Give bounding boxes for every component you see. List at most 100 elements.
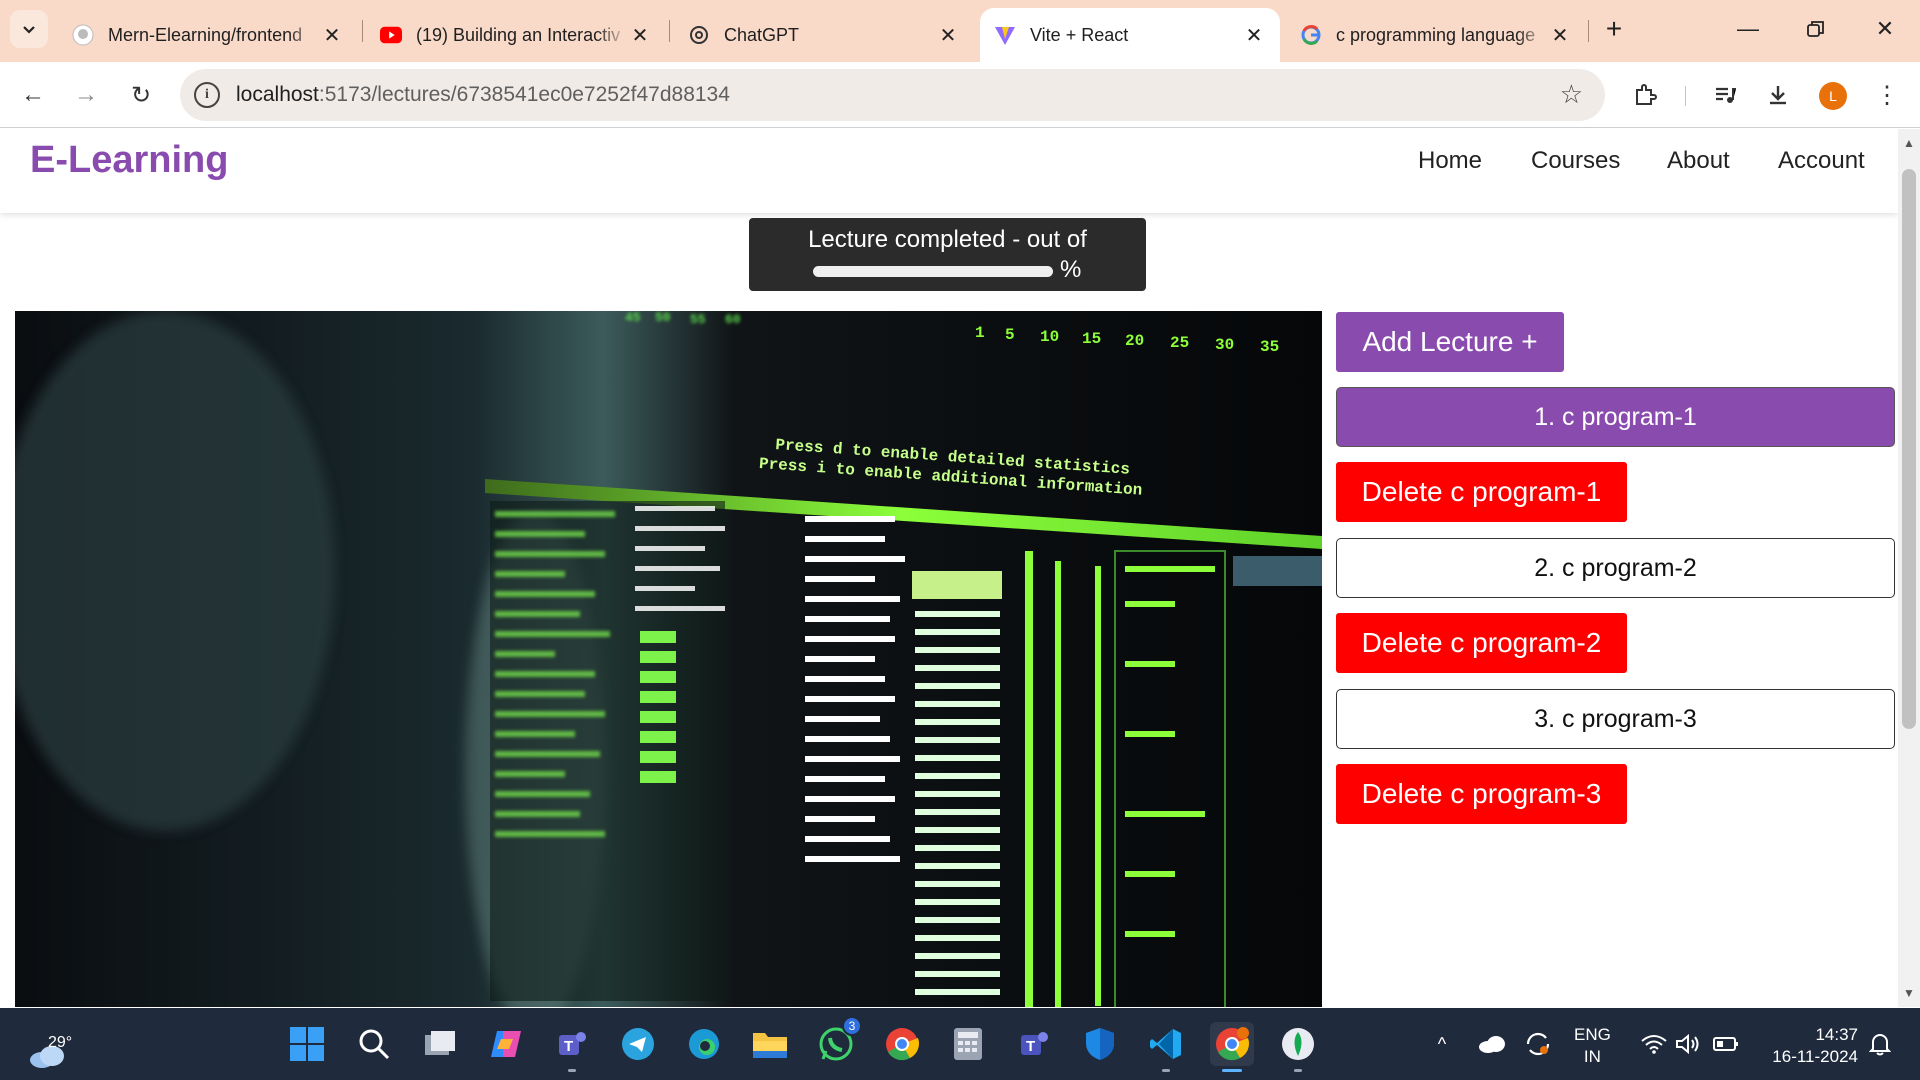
nav-home[interactable]: Home — [1418, 147, 1482, 175]
sync-icon[interactable] — [1523, 1022, 1553, 1066]
language-top: ENG — [1574, 1025, 1611, 1044]
page-viewport: E-Learning Home Courses About Account Le… — [0, 129, 1898, 1007]
bookmark-star-icon[interactable]: ☆ — [1560, 79, 1583, 110]
whatsapp-app[interactable]: 3 — [814, 1016, 862, 1066]
lecture-item-3[interactable]: 3. c program-3 — [1336, 689, 1895, 749]
system-clock[interactable]: 14:37 16-11-2024 — [1758, 1024, 1858, 1068]
toolbar-divider — [1685, 86, 1686, 106]
url-host: localhost — [236, 83, 319, 106]
chevron-up-icon: ^ — [1437, 1033, 1447, 1054]
close-icon[interactable]: ✕ — [628, 23, 652, 48]
weather-widget[interactable]: 29° — [28, 1020, 72, 1068]
teams-icon: T — [559, 1032, 586, 1055]
browser-menu-button[interactable]: ⋮ — [1870, 78, 1904, 112]
tab-chatgpt[interactable]: ChatGPT ✕ — [674, 8, 974, 62]
new-tab-button[interactable]: + — [1597, 12, 1631, 46]
nav-courses[interactable]: Courses — [1531, 147, 1620, 175]
site-logo[interactable]: E-Learning — [30, 139, 228, 182]
battery-icon[interactable] — [1712, 1022, 1740, 1066]
scroll-down-icon[interactable]: ▼ — [1898, 983, 1920, 1003]
tab-search-button[interactable] — [10, 10, 48, 48]
temperature: 29° — [48, 1034, 73, 1051]
onedrive-icon[interactable] — [1477, 1022, 1507, 1066]
back-button[interactable]: ← — [15, 77, 51, 113]
browser-tab-strip: Mern-Elearning/frontend ✕ (19) Building … — [0, 0, 1920, 62]
close-icon: ✕ — [1875, 16, 1895, 41]
copilot-app[interactable] — [484, 1022, 528, 1066]
terminal-scale-left: 50 — [655, 311, 671, 325]
lecture-video-player[interactable]: 45 50 55 60 1 5 10 15 20 25 30 35 Press … — [15, 311, 1322, 1007]
telegram-icon — [622, 1028, 654, 1060]
wifi-icon[interactable] — [1640, 1022, 1668, 1066]
telegram-app[interactable] — [616, 1022, 660, 1066]
scroll-up-icon[interactable]: ▲ — [1898, 133, 1920, 153]
address-bar[interactable]: i localhost:5173/lectures/6738541ec0e725… — [180, 69, 1605, 121]
restore-icon — [1807, 21, 1824, 37]
nav-account[interactable]: Account — [1778, 147, 1865, 175]
tab-youtube[interactable]: (19) Building an Interactiv ✕ — [366, 8, 666, 62]
delete-lecture-1-button[interactable]: Delete c program-1 — [1336, 462, 1627, 522]
downloads-button[interactable] — [1761, 78, 1795, 112]
app-header: E-Learning Home Courses About Account — [0, 129, 1898, 213]
close-icon[interactable]: ✕ — [936, 23, 960, 48]
calculator-app[interactable] — [946, 1022, 990, 1066]
page-scrollbar[interactable]: ▲ ▼ — [1898, 129, 1920, 1007]
scrollbar-thumb[interactable] — [1902, 169, 1916, 729]
lecture-item-1[interactable]: 1. c program-1 — [1336, 387, 1895, 447]
tab-vite-react[interactable]: Vite + React ✕ — [980, 8, 1280, 62]
teams-app[interactable]: T — [550, 1022, 594, 1072]
mongodb-compass-app[interactable] — [1276, 1022, 1320, 1072]
teams-work-app[interactable]: T — [1012, 1022, 1056, 1066]
chrome-icon — [886, 1028, 920, 1061]
puzzle-icon — [1636, 84, 1657, 105]
file-explorer-app[interactable] — [748, 1022, 792, 1066]
show-hidden-icons-button[interactable]: ^ — [1430, 1022, 1454, 1066]
lecture-item-2[interactable]: 2. c program-2 — [1336, 538, 1895, 598]
edge-app[interactable] — [682, 1022, 726, 1066]
start-button[interactable] — [285, 1022, 329, 1066]
close-icon[interactable]: ✕ — [320, 23, 344, 48]
running-indicator — [1294, 1069, 1302, 1072]
restore-button[interactable] — [1793, 12, 1839, 46]
close-window-button[interactable]: ✕ — [1862, 12, 1908, 46]
volume-icon[interactable] — [1674, 1022, 1702, 1066]
delete-lecture-2-button[interactable]: Delete c program-2 — [1336, 613, 1627, 673]
url-path: :5173/lectures/6738541ec0e7252f47d88134 — [318, 83, 730, 106]
chevron-down-icon — [23, 26, 35, 34]
nav-about[interactable]: About — [1667, 147, 1730, 175]
vscode-app[interactable] — [1144, 1022, 1188, 1072]
github-icon — [72, 24, 94, 46]
terminal-scale-left: 45 — [625, 311, 641, 325]
progress-bar — [813, 266, 1053, 277]
site-info-icon[interactable]: i — [194, 82, 220, 108]
profile-avatar[interactable]: L — [1819, 82, 1847, 110]
search-button[interactable] — [352, 1022, 396, 1066]
tab-google-search[interactable]: c programming language ✕ — [1286, 8, 1586, 62]
notification-badge: 3 — [842, 1016, 862, 1036]
windows-taskbar: 29° T 3 T ^ ENG IN 14:37 16-11-2024 — [0, 1008, 1920, 1080]
forward-button[interactable]: → — [68, 77, 104, 113]
add-lecture-button[interactable]: Add Lecture + — [1336, 312, 1564, 372]
tab-title: ChatGPT — [724, 24, 800, 45]
media-controls-button[interactable] — [1708, 78, 1742, 112]
defender-app[interactable] — [1078, 1022, 1122, 1066]
close-icon[interactable]: ✕ — [1242, 23, 1266, 48]
video-frame-terminal-image: 45 50 55 60 1 5 10 15 20 25 30 35 Press … — [15, 311, 1322, 1007]
folder-icon — [753, 1033, 787, 1058]
task-view-button[interactable] — [418, 1022, 462, 1066]
reload-button[interactable]: ↻ — [123, 77, 159, 113]
delete-lecture-3-button[interactable]: Delete c program-3 — [1336, 764, 1627, 824]
extensions-button[interactable] — [1628, 78, 1662, 112]
url-text[interactable]: localhost:5173/lectures/6738541ec0e7252f… — [236, 83, 730, 107]
running-indicator — [568, 1069, 576, 1072]
tab-github[interactable]: Mern-Elearning/frontend ✕ — [58, 8, 358, 62]
language-indicator[interactable]: ENG IN — [1574, 1024, 1611, 1068]
chrome-app[interactable] — [880, 1022, 924, 1066]
chrome-profile-app[interactable] — [1210, 1022, 1254, 1072]
tab-title: (19) Building an Interactiv — [416, 24, 621, 45]
task-view-icon — [425, 1031, 455, 1055]
close-icon[interactable]: ✕ — [1548, 23, 1572, 48]
minimize-button[interactable]: — — [1725, 12, 1771, 46]
browser-toolbar: ← → ↻ i localhost:5173/lectures/6738541e… — [0, 62, 1920, 128]
notifications-bell-icon[interactable] — [1866, 1022, 1894, 1066]
